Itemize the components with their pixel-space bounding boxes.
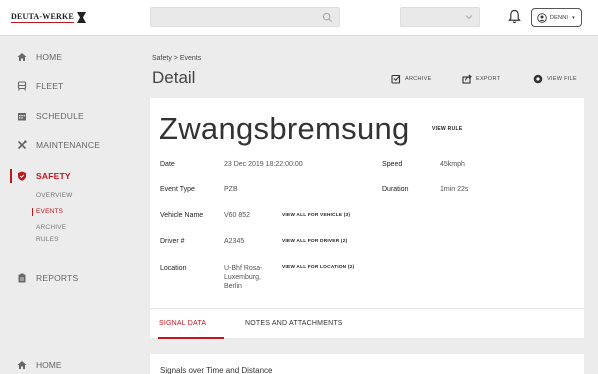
duration-label: Duration	[382, 186, 409, 193]
event-detail-card: Zwangsbremsung VIEW RULE Date 23 Dec 201…	[150, 98, 584, 339]
driver-value: A2345	[224, 238, 245, 245]
sidebar-item-label: HOME	[36, 52, 63, 62]
sidebar-subitem-archive[interactable]: ARCHIVE	[36, 224, 66, 231]
archive-icon	[391, 74, 401, 84]
sidebar-subitem-rules[interactable]: RULES	[36, 236, 59, 243]
sidebar-item-label: SCHEDULE	[36, 111, 84, 121]
speed-value: 45kmph	[440, 161, 465, 168]
brand-logo[interactable]: DEUTA-WERKE	[11, 10, 86, 24]
shield-icon	[18, 171, 26, 181]
sidebar-item-safety[interactable]: SAFETY	[17, 171, 71, 181]
search-input[interactable]	[150, 7, 340, 27]
clipboard-icon	[18, 273, 26, 283]
sidebar-item-home-bottom[interactable]: HOME	[17, 360, 62, 370]
top-bar: DEUTA-WERKE DENNI ▾	[0, 0, 598, 36]
context-select[interactable]	[400, 7, 480, 27]
view-all-driver-link[interactable]: VIEW ALL FOR DRIVER (2)	[282, 239, 347, 244]
duration-value: 1min 22s	[440, 186, 469, 193]
signals-title: Signals over Time and Distance	[160, 366, 273, 374]
sidebar-item-reports[interactable]: REPORTS	[17, 273, 78, 283]
user-avatar-icon	[537, 12, 547, 23]
detail-tabs: SIGNAL DATA NOTES AND ATTACHMENTS	[150, 308, 584, 339]
user-chevron: ▾	[572, 14, 575, 21]
vehicle-name-label: Vehicle Name	[160, 212, 204, 219]
brand-logo-text: DEUTA-WERKE	[11, 11, 74, 23]
export-button[interactable]: EXPORT	[462, 74, 500, 84]
export-label: EXPORT	[476, 76, 501, 82]
tab-signal-data[interactable]: SIGNAL DATA	[159, 320, 206, 327]
event-title: Zwangsbremsung	[159, 111, 410, 146]
bell-icon[interactable]	[508, 9, 521, 24]
event-type-label: Event Type	[160, 186, 195, 193]
tab-active-underline	[158, 337, 224, 339]
event-type-value: PZB	[224, 186, 238, 193]
view-rule-link[interactable]: VIEW RULE	[432, 126, 462, 132]
sidebar-item-label: MAINTENANCE	[36, 140, 101, 150]
calendar-icon	[18, 113, 26, 121]
subitem-active-indicator	[32, 208, 33, 216]
speed-label: Speed	[382, 161, 403, 168]
view-all-vehicle-link[interactable]: VIEW ALL FOR VEHICLE (3)	[282, 213, 350, 218]
tab-notes-attachments[interactable]: NOTES AND ATTACHMENTS	[245, 320, 343, 327]
sidebar-item-fleet[interactable]: FLEET	[17, 81, 63, 91]
eye-icon	[533, 74, 543, 84]
home-icon	[17, 53, 27, 61]
location-value: U-Bhf Rosa- Luxemburg, Berlin	[224, 265, 263, 290]
date-value: 23 Dec 2019 18:22:00:00	[224, 161, 303, 168]
sidebar-item-schedule[interactable]: SCHEDULE	[17, 111, 84, 121]
sidebar-item-label: REPORTS	[36, 273, 79, 283]
home-icon	[17, 361, 27, 369]
active-indicator	[10, 169, 12, 183]
location-label: Location	[160, 265, 187, 272]
view-file-button[interactable]: VIEW FILE	[533, 74, 577, 84]
user-name: DENNI	[550, 14, 569, 21]
sidebar-subitem-events[interactable]: EVENTS	[36, 208, 63, 215]
page-title: Detail	[152, 68, 196, 87]
train-icon	[17, 81, 27, 91]
search-icon[interactable]	[322, 12, 333, 23]
date-label: Date	[160, 161, 175, 168]
sidebar-subitem-overview[interactable]: OVERVIEW	[36, 192, 73, 199]
vehicle-name-value: V60 852	[224, 212, 251, 219]
export-icon	[462, 74, 472, 84]
tools-icon	[17, 140, 27, 150]
sidebar-item-label: HOME	[36, 360, 62, 370]
view-file-label: VIEW FILE	[547, 76, 577, 82]
logo-mark-icon	[76, 11, 86, 23]
view-all-location-link[interactable]: VIEW ALL FOR LOCATION (2)	[282, 265, 354, 270]
sidebar: HOME FLEET SCHEDULE MAINTENANCE SAFETY O…	[0, 36, 138, 374]
sidebar-item-maintenance[interactable]: MAINTENANCE	[17, 140, 100, 150]
breadcrumb[interactable]: Safety > Events	[152, 55, 201, 62]
chevron-down-icon	[465, 15, 473, 20]
archive-button[interactable]: ARCHIVE	[391, 74, 432, 84]
archive-label: ARCHIVE	[405, 76, 432, 82]
sidebar-item-label: FLEET	[36, 81, 64, 91]
user-menu-button[interactable]: DENNI ▾	[531, 8, 582, 27]
driver-label: Driver #	[160, 238, 185, 245]
sidebar-item-home[interactable]: HOME	[17, 52, 62, 62]
signals-card: Signals over Time and Distance	[150, 354, 584, 374]
sidebar-item-label: SAFETY	[36, 171, 71, 181]
